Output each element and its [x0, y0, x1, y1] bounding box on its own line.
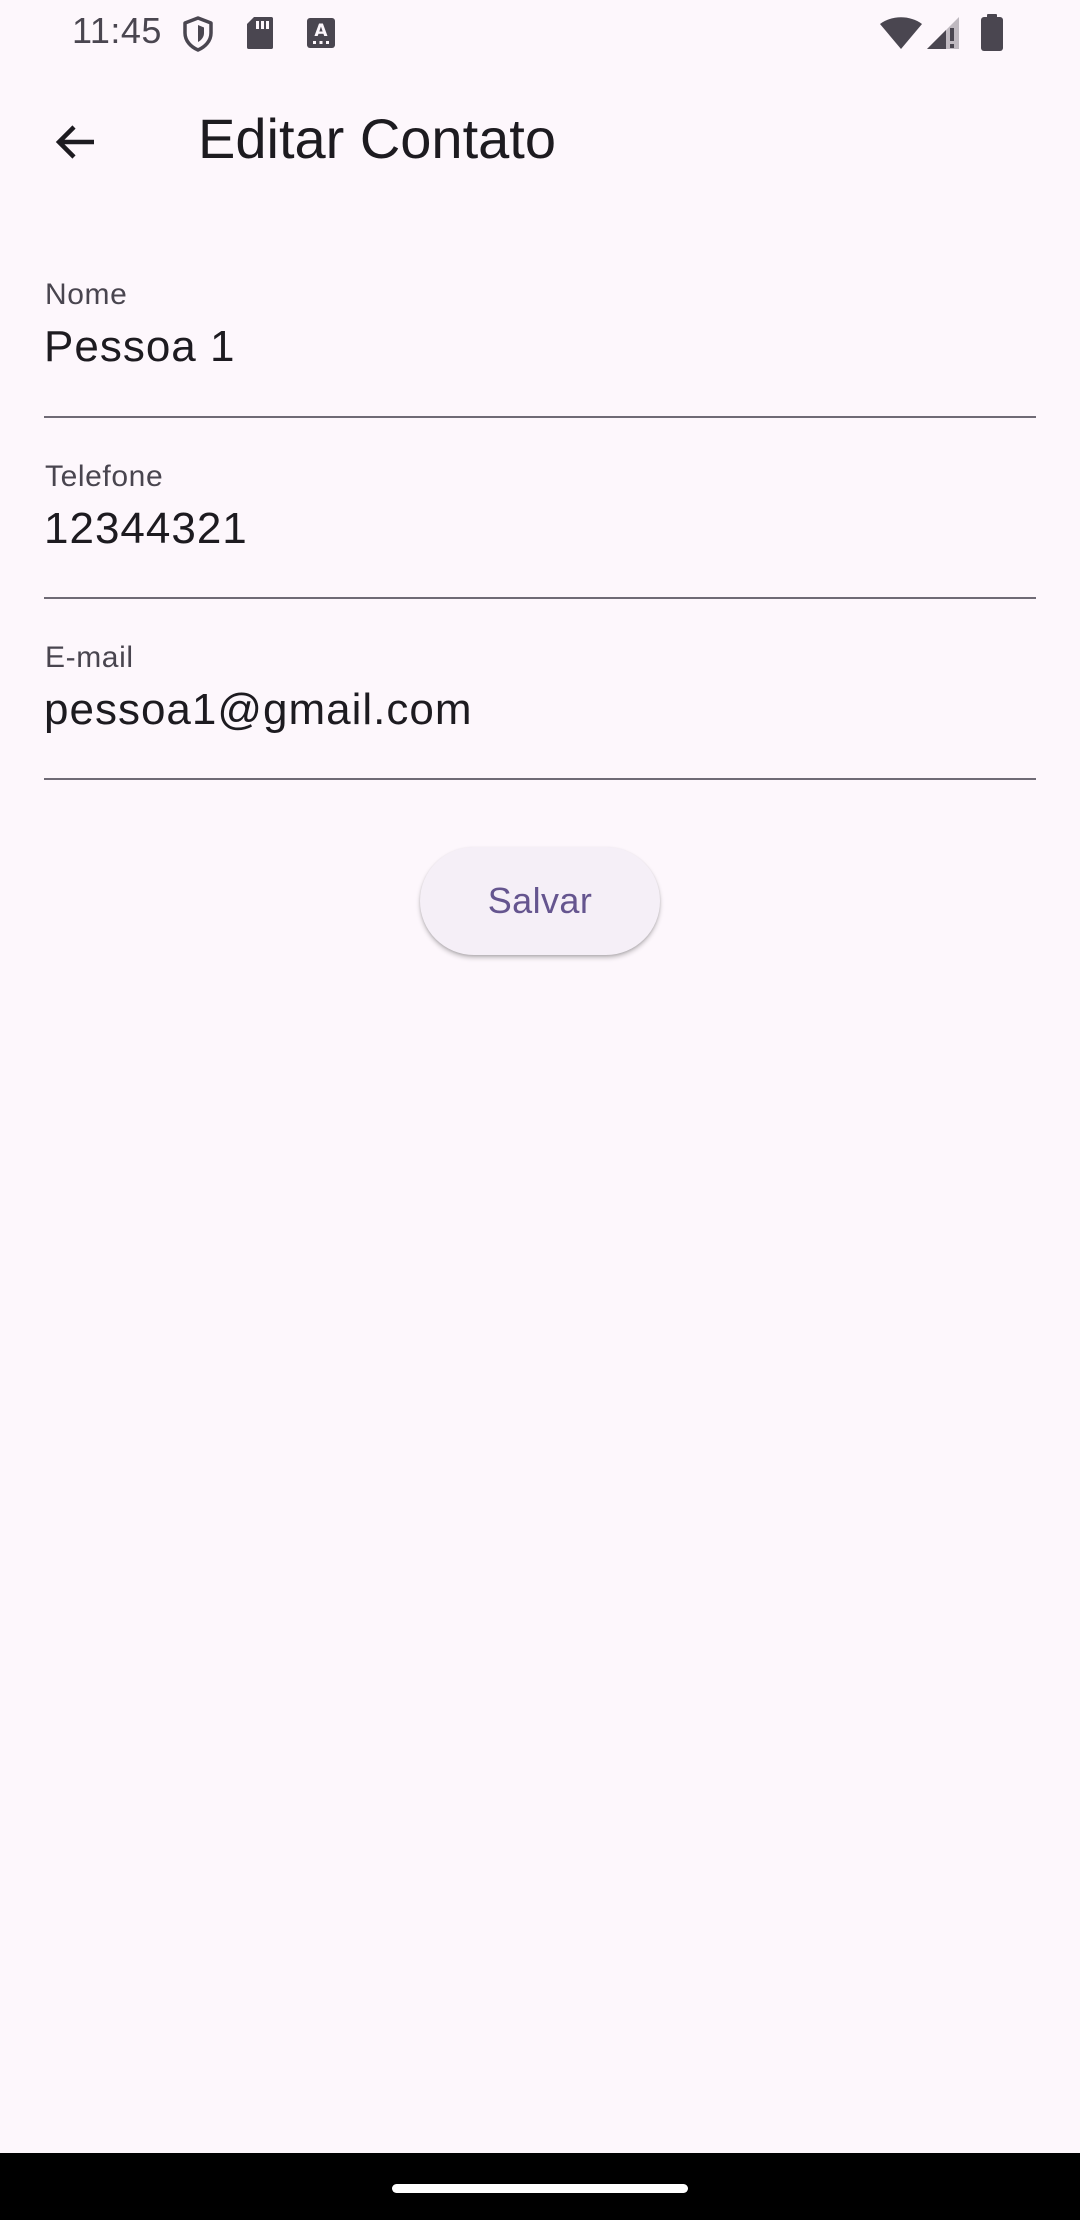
- email-input[interactable]: pessoa1@gmail.com: [44, 685, 473, 735]
- signal-icon: [926, 16, 962, 55]
- arrow-back-icon: [52, 118, 100, 171]
- save-button[interactable]: Salvar: [420, 847, 660, 955]
- status-bar: 11:45 A: [0, 0, 1080, 64]
- telefone-input[interactable]: 12344321: [44, 504, 248, 554]
- home-indicator[interactable]: [392, 2184, 688, 2193]
- page-title: Editar Contato: [198, 107, 556, 170]
- navigation-bar: [0, 2153, 1080, 2220]
- email-field[interactable]: E-mail pessoa1@gmail.com: [44, 641, 1036, 780]
- nome-label: Nome: [45, 278, 128, 311]
- nome-input[interactable]: Pessoa 1: [44, 322, 235, 372]
- battery-icon: [980, 14, 1004, 57]
- keyboard-a-icon: A: [306, 17, 336, 54]
- status-time: 11:45: [72, 10, 162, 51]
- svg-text:A: A: [314, 21, 328, 41]
- app-bar: Editar Contato: [0, 64, 1080, 216]
- email-label: E-mail: [45, 641, 134, 674]
- nome-field[interactable]: Nome Pessoa 1: [44, 278, 1036, 418]
- wifi-icon: [879, 16, 923, 55]
- shield-icon: [182, 16, 214, 57]
- telefone-label: Telefone: [45, 460, 164, 493]
- back-button[interactable]: [36, 104, 116, 184]
- telefone-field[interactable]: Telefone 12344321: [44, 460, 1036, 599]
- sd-card-icon: [246, 16, 274, 55]
